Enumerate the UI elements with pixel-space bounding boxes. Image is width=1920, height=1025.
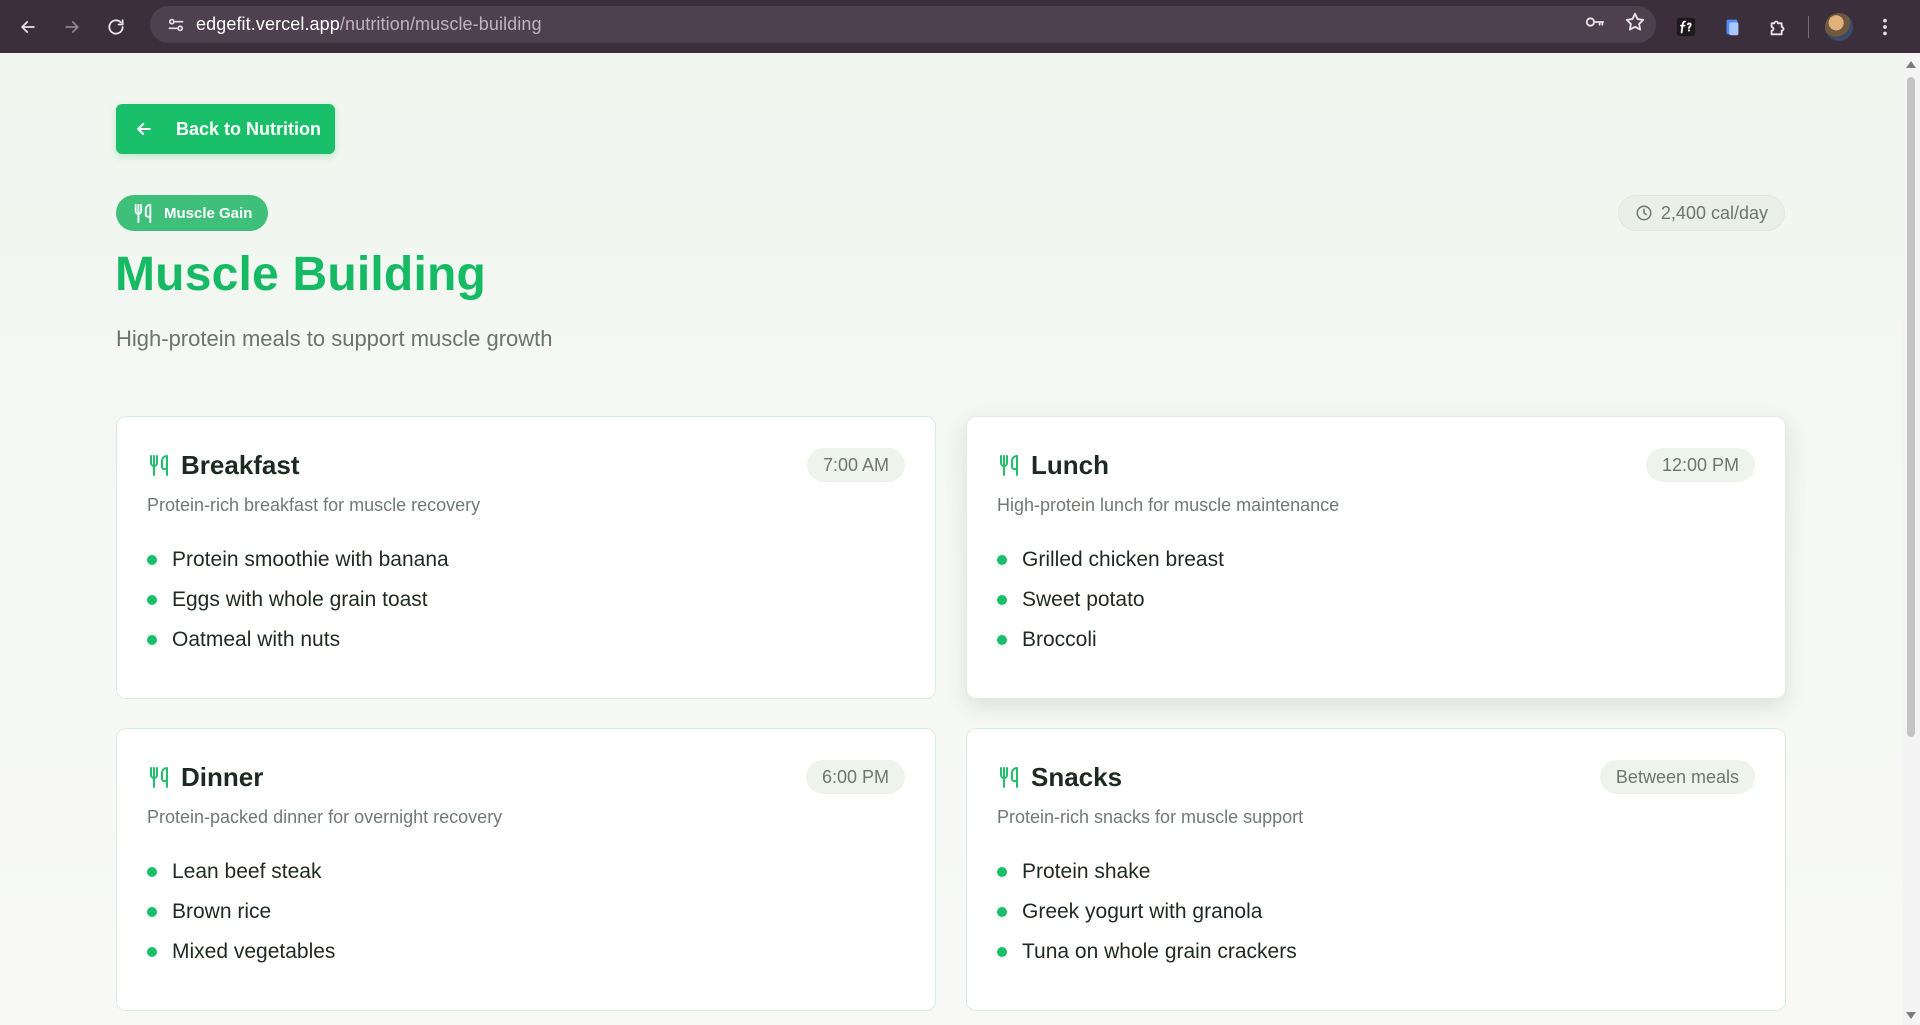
forward-arrow-icon[interactable] bbox=[56, 11, 88, 43]
bullet-dot bbox=[147, 867, 157, 877]
meal-description: Protein-rich breakfast for muscle recove… bbox=[147, 495, 481, 515]
arrow-left-icon bbox=[137, 123, 151, 135]
page-subtitle: High-protein meals to support muscle gro… bbox=[116, 326, 553, 351]
category-tag-label: Muscle Gain bbox=[164, 204, 253, 222]
meal-items: Lean beef steak Brown rice Mixed vegetab… bbox=[147, 852, 905, 972]
utensils-icon bbox=[150, 455, 168, 476]
meal-card-dinner: Dinner 6:00 PM Protein-packed dinner for… bbox=[116, 728, 936, 1011]
bullet-dot bbox=[997, 907, 1007, 917]
list-item: Sweet potato bbox=[997, 580, 1755, 620]
calories-badge: 2,400 cal/day bbox=[1617, 195, 1785, 231]
bullet-dot bbox=[997, 635, 1007, 645]
meal-card-snacks: Snacks Between meals Protein-rich snacks… bbox=[966, 728, 1786, 1011]
profile-avatar[interactable] bbox=[1823, 11, 1855, 43]
list-item: Protein smoothie with banana bbox=[147, 540, 905, 580]
list-item: Brown rice bbox=[147, 892, 905, 932]
reload-icon[interactable] bbox=[100, 11, 132, 43]
bullet-dot bbox=[147, 635, 157, 645]
bullet-dot bbox=[997, 867, 1007, 877]
page-content: Back to Nutrition Muscle Gain 2,400 cal/… bbox=[0, 53, 1902, 1025]
utensils-icon bbox=[134, 203, 152, 224]
meal-item-text: Protein shake bbox=[1022, 860, 1151, 883]
bookmark-star-icon[interactable] bbox=[1624, 11, 1646, 38]
bullet-dot bbox=[147, 555, 157, 565]
back-to-nutrition-button[interactable]: Back to Nutrition bbox=[116, 104, 335, 154]
scroll-down-arrow-icon[interactable] bbox=[1906, 1012, 1916, 1019]
meal-item-text: Oatmeal with nuts bbox=[172, 628, 341, 651]
meal-description: Protein-rich snacks for muscle support bbox=[997, 807, 1304, 827]
meal-item-text: Mixed vegetables bbox=[172, 940, 336, 963]
meal-item-text: Brown rice bbox=[172, 900, 272, 923]
meal-card-lunch: Lunch 12:00 PM High-protein lunch for mu… bbox=[966, 416, 1786, 699]
meal-time-badge: Between meals bbox=[1599, 760, 1755, 794]
back-arrow-icon[interactable] bbox=[12, 11, 44, 43]
meal-title: Breakfast bbox=[181, 449, 300, 480]
browser-menu-icon[interactable] bbox=[1869, 11, 1901, 43]
address-bar[interactable]: edgefit.vercel.app/nutrition/muscle-buil… bbox=[150, 6, 1656, 43]
bullet-dot bbox=[997, 595, 1007, 605]
list-item: Greek yogurt with granola bbox=[997, 892, 1755, 932]
list-item: Grilled chicken breast bbox=[997, 540, 1755, 580]
toolbar-separator bbox=[1808, 15, 1809, 38]
bullet-dot bbox=[147, 947, 157, 957]
meal-time-badge: 12:00 PM bbox=[1645, 448, 1755, 482]
list-item: Tuna on whole grain crackers bbox=[997, 932, 1755, 972]
meal-card-breakfast: Breakfast 7:00 AM Protein-rich breakfast… bbox=[116, 416, 936, 699]
meal-description: Protein-packed dinner for overnight reco… bbox=[147, 807, 503, 827]
meal-title: Snacks bbox=[1031, 761, 1123, 792]
category-tag: Muscle Gain bbox=[116, 195, 269, 231]
bullet-dot bbox=[147, 907, 157, 917]
clock-icon bbox=[1636, 205, 1652, 221]
list-item: Lean beef steak bbox=[147, 852, 905, 892]
list-item: Protein shake bbox=[997, 852, 1755, 892]
utensils-icon bbox=[1000, 455, 1018, 476]
back-button-label: Back to Nutrition bbox=[176, 118, 322, 139]
calories-value: 2,400 cal/day bbox=[1660, 202, 1768, 223]
copy-extension-icon[interactable] bbox=[1716, 11, 1748, 43]
meal-item-text: Protein smoothie with banana bbox=[172, 548, 449, 571]
meal-item-text: Greek yogurt with granola bbox=[1022, 900, 1263, 923]
meal-items: Protein shake Greek yogurt with granola … bbox=[997, 852, 1755, 972]
meal-item-text: Broccoli bbox=[1022, 628, 1097, 651]
scroll-up-arrow-icon[interactable] bbox=[1906, 61, 1916, 68]
list-item: Eggs with whole grain toast bbox=[147, 580, 905, 620]
meal-items: Protein smoothie with banana Eggs with w… bbox=[147, 540, 905, 660]
meal-description: High-protein lunch for muscle maintenanc… bbox=[997, 495, 1340, 515]
utensils-icon bbox=[150, 767, 168, 788]
meal-time-badge: 6:00 PM bbox=[805, 760, 905, 794]
font-extension-icon[interactable] bbox=[1670, 11, 1702, 43]
bullet-dot bbox=[997, 947, 1007, 957]
url-host: edgefit.vercel.app bbox=[196, 14, 340, 34]
list-item: Oatmeal with nuts bbox=[147, 620, 905, 660]
scrollbar-thumb[interactable] bbox=[1907, 77, 1915, 737]
meal-time-badge: 7:00 AM bbox=[806, 448, 905, 482]
meal-item-text: Grilled chicken breast bbox=[1022, 548, 1224, 571]
meal-title: Dinner bbox=[181, 761, 264, 792]
meal-item-text: Tuna on whole grain crackers bbox=[1022, 940, 1297, 963]
page-title: Muscle Building bbox=[115, 248, 487, 301]
browser-toolbar: edgefit.vercel.app/nutrition/muscle-buil… bbox=[0, 0, 1920, 53]
meal-item-text: Sweet potato bbox=[1022, 588, 1145, 611]
bullet-dot bbox=[997, 555, 1007, 565]
list-item: Broccoli bbox=[997, 620, 1755, 660]
list-item: Mixed vegetables bbox=[147, 932, 905, 972]
url-path: /nutrition/muscle-building bbox=[339, 14, 542, 34]
utensils-icon bbox=[1000, 767, 1018, 788]
bullet-dot bbox=[147, 595, 157, 605]
url-text[interactable]: edgefit.vercel.app/nutrition/muscle-buil… bbox=[196, 14, 542, 35]
meal-item-text: Eggs with whole grain toast bbox=[172, 588, 428, 611]
password-key-icon[interactable] bbox=[1584, 11, 1606, 38]
meal-title: Lunch bbox=[1031, 449, 1109, 480]
meal-item-text: Lean beef steak bbox=[172, 860, 322, 883]
meal-items: Grilled chicken breast Sweet potato Broc… bbox=[997, 540, 1755, 660]
vertical-scrollbar[interactable] bbox=[1902, 53, 1920, 1025]
extensions-puzzle-icon[interactable] bbox=[1762, 11, 1794, 43]
site-settings-icon[interactable] bbox=[156, 15, 196, 35]
